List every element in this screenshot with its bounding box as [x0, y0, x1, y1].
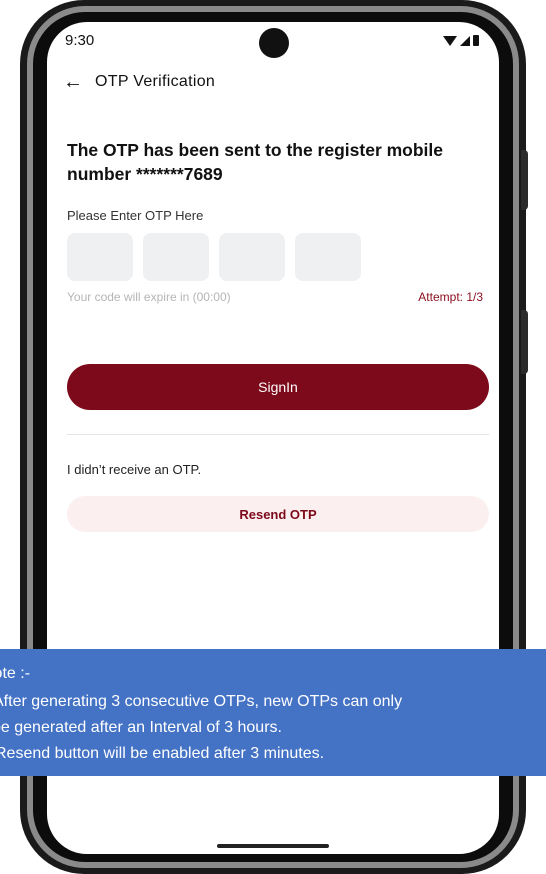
front-camera — [259, 28, 289, 58]
divider — [67, 434, 489, 435]
note-banner: Note :- After generating 3 consecutive O… — [0, 649, 546, 776]
expiry-countdown: Your code will expire in (00:00) — [67, 290, 231, 304]
otp-digit-1[interactable] — [67, 233, 133, 281]
otp-input-group — [67, 233, 361, 281]
otp-digit-3[interactable] — [219, 233, 285, 281]
note-line-2: be generated after an Interval of 3 hour… — [0, 719, 282, 736]
page-title: OTP Verification — [95, 73, 216, 90]
status-icons — [443, 35, 479, 46]
volume-button — [521, 150, 528, 210]
note-line-3: Resend button will be enabled after 3 mi… — [0, 745, 325, 762]
otp-digit-4[interactable] — [295, 233, 361, 281]
home-indicator[interactable] — [217, 844, 329, 848]
status-time: 9:30 — [65, 32, 95, 49]
status-bar: 9:30 — [47, 22, 499, 62]
otp-sent-message: The OTP has been sent to the register mo… — [67, 140, 444, 184]
app-bar: ← OTP Verification — [63, 70, 215, 94]
signin-button[interactable]: SignIn — [67, 364, 489, 410]
power-button — [521, 310, 528, 374]
otp-prompt-label: Please Enter OTP Here — [67, 208, 204, 223]
arrow-left-icon[interactable]: ← — [63, 71, 87, 94]
signal-icon — [460, 35, 470, 46]
otp-digit-2[interactable] — [143, 233, 209, 281]
note-heading: Note :- — [0, 665, 31, 682]
resend-otp-button[interactable]: Resend OTP — [67, 496, 489, 532]
no-otp-text: I didn’t receive an OTP. — [67, 462, 202, 477]
battery-icon — [473, 35, 479, 46]
wifi-icon — [443, 35, 457, 46]
note-line-1: After generating 3 consecutive OTPs, new… — [0, 693, 403, 710]
attempt-counter: Attempt: 1/3 — [418, 290, 483, 304]
